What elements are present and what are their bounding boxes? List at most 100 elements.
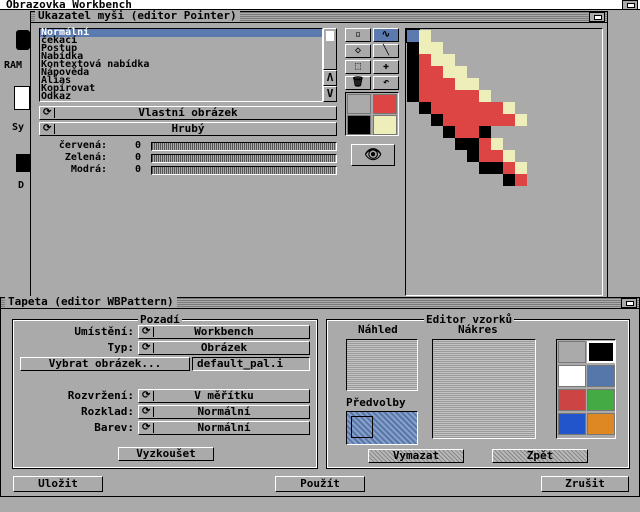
pixel-cell[interactable]: [407, 78, 419, 90]
pattern-editor-titlebar[interactable]: Tapeta (editor WBPattern): [1, 296, 639, 309]
pixel-cell[interactable]: [419, 102, 431, 114]
preset-slot[interactable]: [351, 416, 373, 438]
undo-icon[interactable]: ↶: [373, 76, 399, 90]
pixel-cell[interactable]: [419, 30, 431, 42]
pixel-cell[interactable]: [419, 42, 431, 54]
pointer-type-list[interactable]: Normální čekací Postup Nabídka Kontextová na…: [39, 28, 323, 102]
pixel-cell[interactable]: [419, 66, 431, 78]
pixel-cell[interactable]: [407, 54, 419, 66]
pixel-cell[interactable]: [419, 54, 431, 66]
line-icon[interactable]: ∿: [373, 28, 399, 42]
scroll-down-button[interactable]: V: [323, 86, 337, 102]
pattern-palette-swatch[interactable]: [558, 413, 586, 435]
pointer-editor-titlebar[interactable]: Ukazatel myši (editor Pointer): [31, 10, 607, 23]
use-button[interactable]: Použít: [275, 476, 365, 492]
save-button[interactable]: Uložit: [13, 476, 103, 492]
pixel-cell[interactable]: [467, 90, 479, 102]
pixel-cell[interactable]: [503, 174, 515, 186]
line2-icon[interactable]: ╲: [373, 44, 399, 58]
pixel-cell[interactable]: [503, 150, 515, 162]
pixel-cell[interactable]: [407, 42, 419, 54]
resolution-cycle[interactable]: ⟳ Hrubý: [39, 122, 337, 136]
dither-cycle[interactable]: ⟳ Normální: [138, 405, 310, 419]
pixel-cell[interactable]: [443, 66, 455, 78]
desktop-icon-ram[interactable]: RAM: [4, 22, 30, 82]
desktop-icon-drive[interactable]: D: [6, 150, 30, 195]
window-depth-gadget[interactable]: [589, 12, 605, 22]
desktop-icon-system[interactable]: Sy: [6, 80, 30, 135]
pixel-cell[interactable]: [515, 162, 527, 174]
pixel-cell[interactable]: [443, 78, 455, 90]
pixel-cell[interactable]: [491, 162, 503, 174]
pixel-cell[interactable]: [503, 162, 515, 174]
pixel-cell[interactable]: [455, 138, 467, 150]
pixel-cell[interactable]: [443, 90, 455, 102]
pixel-cell[interactable]: [431, 114, 443, 126]
select-icon[interactable]: ⬚: [345, 60, 371, 74]
cancel-button[interactable]: Zrušit: [541, 476, 629, 492]
point-icon[interactable]: ▫: [345, 28, 371, 42]
pixel-cell[interactable]: [443, 102, 455, 114]
type-cycle[interactable]: ⟳ Obrázek: [138, 341, 310, 355]
pixel-cell[interactable]: [455, 66, 467, 78]
pixel-cell[interactable]: [479, 102, 491, 114]
pixel-cell[interactable]: [491, 150, 503, 162]
pointer-edit-area[interactable]: [405, 28, 603, 296]
pixel-cell[interactable]: [479, 126, 491, 138]
move-icon[interactable]: ✚: [373, 60, 399, 74]
pixel-cell[interactable]: [443, 126, 455, 138]
pixel-cell[interactable]: [443, 114, 455, 126]
palette-swatch[interactable]: [373, 115, 397, 135]
pattern-drawing-area[interactable]: [432, 339, 536, 439]
pixel-cell[interactable]: [503, 102, 515, 114]
pixel-cell[interactable]: [491, 102, 503, 114]
list-scroll-knob[interactable]: [326, 31, 334, 41]
pixel-cell[interactable]: [491, 138, 503, 150]
pixel-cell[interactable]: [491, 114, 503, 126]
layout-cycle[interactable]: ⟳ V měřítku: [138, 389, 310, 403]
pixel-cell[interactable]: [406, 29, 420, 43]
palette-swatch[interactable]: [347, 115, 371, 135]
clear-icon[interactable]: 🗑: [345, 76, 371, 90]
preview-button[interactable]: 👁: [351, 144, 395, 166]
pattern-palette-swatch[interactable]: [558, 365, 586, 387]
pattern-palette-swatch[interactable]: [587, 341, 615, 363]
pixel-cell[interactable]: [431, 102, 443, 114]
pixel-cell[interactable]: [455, 90, 467, 102]
pixel-cell[interactable]: [479, 114, 491, 126]
pattern-palette-swatch[interactable]: [587, 365, 615, 387]
list-item[interactable]: Nápověda: [40, 68, 322, 78]
pixel-cell[interactable]: [419, 78, 431, 90]
presets-area[interactable]: [346, 411, 418, 445]
pixel-cell[interactable]: [479, 138, 491, 150]
palette-swatch[interactable]: [347, 94, 371, 114]
window-depth-gadget[interactable]: [621, 298, 637, 308]
pixel-cell[interactable]: [503, 114, 515, 126]
pixel-cell[interactable]: [431, 66, 443, 78]
list-scrollbar[interactable]: [323, 28, 337, 70]
pixel-cell[interactable]: [515, 114, 527, 126]
palette-swatch[interactable]: [373, 94, 397, 114]
pattern-palette[interactable]: [556, 339, 616, 439]
list-item[interactable]: Kopírovat: [40, 84, 322, 94]
pixel-cell[interactable]: [431, 90, 443, 102]
pixel-cell[interactable]: [431, 78, 443, 90]
pixel-cell[interactable]: [515, 174, 527, 186]
pixel-cell[interactable]: [455, 114, 467, 126]
pixel-cell[interactable]: [419, 90, 431, 102]
custom-image-cycle[interactable]: ⟳ Vlastní obrázek: [39, 106, 337, 120]
screen-depth-gadget[interactable]: [622, 0, 638, 10]
pattern-palette-swatch[interactable]: [558, 389, 586, 411]
pixel-cell[interactable]: [431, 54, 443, 66]
list-item[interactable]: čekací: [40, 36, 322, 46]
undo-button[interactable]: Zpět: [492, 449, 588, 463]
pattern-palette-swatch[interactable]: [587, 413, 615, 435]
pattern-palette-swatch[interactable]: [558, 341, 586, 363]
list-item[interactable]: Normální: [40, 28, 322, 38]
pixel-cell[interactable]: [467, 102, 479, 114]
scroll-up-button[interactable]: Λ: [323, 70, 337, 86]
try-button[interactable]: Vyzkoušet: [118, 447, 214, 461]
pixel-cell[interactable]: [455, 102, 467, 114]
list-item[interactable]: Odkaz: [40, 92, 322, 102]
image-file-field[interactable]: default_pal.i: [192, 357, 310, 371]
